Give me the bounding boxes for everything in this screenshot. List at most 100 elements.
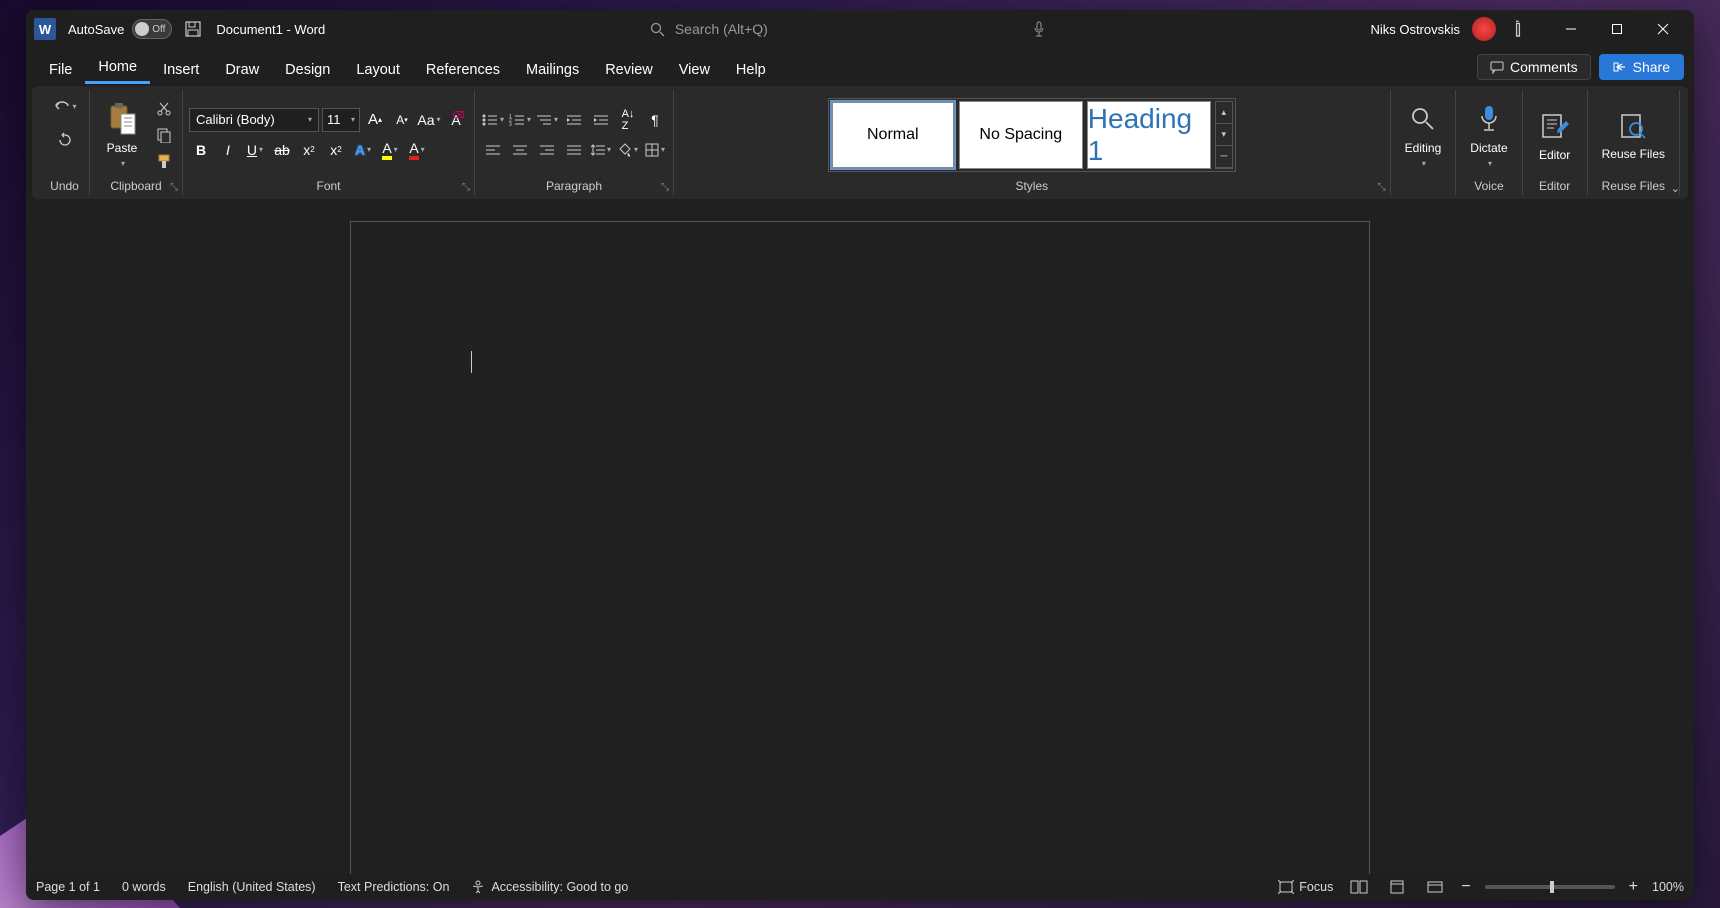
tab-help[interactable]: Help — [723, 56, 779, 84]
superscript-button[interactable]: x2 — [324, 138, 348, 162]
document-page[interactable] — [350, 221, 1370, 874]
user-name[interactable]: Niks Ostrovskis — [1370, 22, 1460, 37]
grow-font-button[interactable]: A▴ — [363, 108, 387, 132]
autosave-toggle[interactable]: Off — [132, 19, 172, 39]
style-no-spacing[interactable]: No Spacing — [959, 101, 1083, 169]
zoom-in-button[interactable]: + — [1629, 878, 1638, 896]
highlight-button[interactable]: A▾ — [378, 138, 402, 162]
print-layout-button[interactable] — [1385, 877, 1409, 897]
group-reuse: Reuse Files Reuse Files — [1588, 90, 1680, 195]
zoom-slider[interactable] — [1485, 885, 1615, 889]
paragraph-launcher-icon[interactable]: ⤡ — [661, 182, 669, 193]
tab-mailings[interactable]: Mailings — [513, 56, 592, 84]
align-left-button[interactable] — [481, 138, 505, 162]
read-mode-button[interactable] — [1347, 877, 1371, 897]
tab-draw[interactable]: Draw — [212, 56, 272, 84]
status-language[interactable]: English (United States) — [188, 880, 316, 894]
tab-design[interactable]: Design — [272, 56, 343, 84]
style-heading-1[interactable]: Heading 1 — [1087, 101, 1211, 169]
font-launcher-icon[interactable]: ⤡ — [462, 182, 470, 193]
change-case-button[interactable]: Aa▾ — [417, 108, 441, 132]
shrink-font-button[interactable]: A▾ — [390, 108, 414, 132]
collapse-ribbon-button[interactable]: ⌄ — [1671, 182, 1680, 195]
user-avatar[interactable] — [1472, 17, 1496, 41]
status-accessibility[interactable]: Accessibility: Good to go — [471, 880, 628, 894]
tab-home[interactable]: Home — [85, 53, 150, 84]
styles-scroll[interactable]: ▴▾⎓ — [1215, 101, 1233, 169]
style-normal[interactable]: Normal — [831, 101, 955, 169]
pen-icon[interactable] — [1504, 15, 1532, 43]
styles-launcher-icon[interactable]: ⤡ — [1378, 182, 1386, 193]
user-area: Niks Ostrovskis — [1370, 17, 1528, 41]
status-words[interactable]: 0 words — [122, 880, 166, 894]
borders-button[interactable]: ▾ — [643, 138, 667, 162]
cut-button[interactable] — [154, 99, 174, 119]
show-marks-button[interactable]: ¶ — [643, 108, 667, 132]
tab-review[interactable]: Review — [592, 56, 666, 84]
line-spacing-button[interactable]: ▾ — [589, 138, 613, 162]
text-effects-button[interactable]: A▾ — [351, 138, 375, 162]
editor-button[interactable]: Editor — [1529, 104, 1581, 166]
group-paragraph-label: Paragraph — [481, 179, 667, 195]
styles-gallery[interactable]: Normal No Spacing Heading 1 ▴▾⎓ — [828, 98, 1236, 172]
sort-button[interactable]: A↓Z — [616, 108, 640, 132]
autosave-label: AutoSave — [68, 22, 124, 37]
numbering-button[interactable]: 123▾ — [508, 108, 532, 132]
align-center-button[interactable] — [508, 138, 532, 162]
copy-button[interactable] — [154, 125, 174, 145]
undo-button[interactable]: ▾ — [48, 94, 82, 118]
minimize-button[interactable] — [1548, 13, 1594, 45]
focus-mode-button[interactable]: Focus — [1278, 880, 1333, 894]
shading-button[interactable]: ▾ — [616, 138, 640, 162]
status-predictions[interactable]: Text Predictions: On — [338, 880, 450, 894]
italic-button[interactable]: I — [216, 138, 240, 162]
redo-button[interactable] — [53, 128, 77, 152]
clipboard-launcher-icon[interactable]: ⤡ — [170, 182, 178, 193]
maximize-button[interactable] — [1594, 13, 1640, 45]
strikethrough-button[interactable]: ab — [270, 138, 294, 162]
tab-file[interactable]: File — [36, 56, 85, 84]
dictate-label: Dictate — [1470, 141, 1507, 155]
paste-button[interactable]: Paste ▾ — [96, 97, 148, 172]
tab-view[interactable]: View — [666, 56, 723, 84]
align-right-button[interactable] — [535, 138, 559, 162]
web-layout-button[interactable] — [1423, 877, 1447, 897]
bold-button[interactable]: B — [189, 138, 213, 162]
dictate-button[interactable]: Dictate ▾ — [1462, 97, 1515, 172]
share-button[interactable]: Share — [1599, 54, 1684, 80]
zoom-out-button[interactable]: − — [1461, 878, 1470, 896]
underline-button[interactable]: U▾ — [243, 138, 267, 162]
format-painter-button[interactable] — [154, 151, 174, 171]
comments-button[interactable]: Comments — [1477, 54, 1591, 80]
font-size-select[interactable]: 11▾ — [322, 108, 360, 132]
group-undo: ▾ Undo — [40, 90, 90, 195]
tab-insert[interactable]: Insert — [150, 56, 212, 84]
tab-layout[interactable]: Layout — [343, 56, 413, 84]
close-button[interactable] — [1640, 13, 1686, 45]
word-app-icon: W — [34, 18, 56, 40]
clear-formatting-button[interactable]: A⌫ — [444, 108, 468, 132]
justify-button[interactable] — [562, 138, 586, 162]
bullets-button[interactable]: ▾ — [481, 108, 505, 132]
microphone-icon[interactable] — [1032, 21, 1046, 37]
document-canvas[interactable] — [26, 199, 1694, 874]
find-icon — [1405, 101, 1441, 137]
font-name-select[interactable]: Calibri (Body)▾ — [189, 108, 319, 132]
dictate-icon — [1471, 101, 1507, 137]
editing-button[interactable]: Editing ▾ — [1397, 97, 1450, 172]
autosave-control[interactable]: AutoSave Off — [68, 19, 172, 39]
editor-label: Editor — [1539, 148, 1570, 162]
zoom-level[interactable]: 100% — [1652, 880, 1684, 894]
status-page[interactable]: Page 1 of 1 — [36, 880, 100, 894]
group-voice: Dictate ▾ Voice — [1456, 90, 1522, 195]
decrease-indent-button[interactable] — [562, 108, 586, 132]
reuse-files-button[interactable]: Reuse Files — [1594, 104, 1673, 165]
search-box[interactable]: Search (Alt+Q) — [638, 15, 1058, 43]
increase-indent-button[interactable] — [589, 108, 613, 132]
font-color-button[interactable]: A▾ — [405, 138, 429, 162]
save-icon[interactable] — [184, 20, 202, 38]
text-cursor — [471, 351, 472, 373]
multilevel-list-button[interactable]: ▾ — [535, 108, 559, 132]
tab-references[interactable]: References — [413, 56, 513, 84]
subscript-button[interactable]: x2 — [297, 138, 321, 162]
